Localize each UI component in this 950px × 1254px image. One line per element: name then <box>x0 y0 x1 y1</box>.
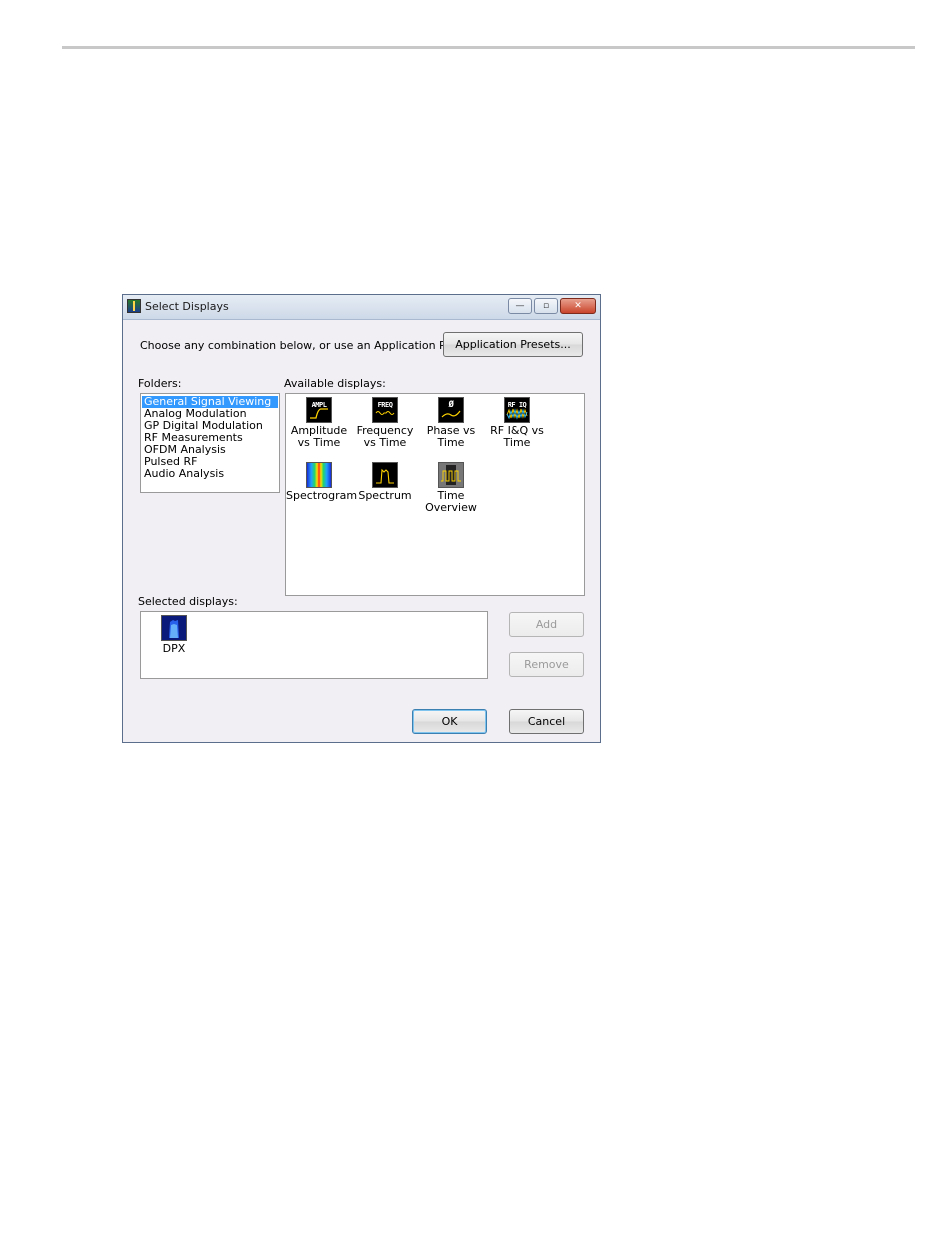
frequency-vs-time-icon: FREQ <box>372 397 398 423</box>
display-tile-frequency-vs-time[interactable]: FREQ Frequency vs Time <box>352 394 418 449</box>
available-displays-label: Available displays: <box>284 377 386 390</box>
rf-iq-vs-time-icon: RF IQ <box>504 397 530 423</box>
selected-displays-list[interactable]: DPX <box>140 611 488 679</box>
folder-item[interactable]: Audio Analysis <box>142 468 278 480</box>
display-label: DPX <box>162 642 186 655</box>
spectrogram-icon <box>306 462 332 488</box>
folders-label: Folders: <box>138 377 182 390</box>
title-bar[interactable]: Select Displays — ▫ ✕ <box>123 295 600 320</box>
minimize-button[interactable]: — <box>508 298 532 314</box>
add-button[interactable]: Add <box>509 612 584 637</box>
ok-button[interactable]: OK <box>412 709 487 734</box>
select-displays-dialog: Select Displays — ▫ ✕ Choose any combina… <box>122 294 601 743</box>
display-label: RF I&Q vs Time <box>490 424 544 449</box>
app-icon <box>127 299 141 313</box>
display-label: Time Overview <box>425 489 477 514</box>
available-displays-list[interactable]: AMPL Amplitude vs Time FREQ Frequency vs… <box>285 393 585 596</box>
cancel-button[interactable]: Cancel <box>509 709 584 734</box>
phase-vs-time-icon: Ø <box>438 397 464 423</box>
maximize-button[interactable]: ▫ <box>534 298 558 314</box>
page-header-rule <box>62 46 915 49</box>
display-tile-amplitude-vs-time[interactable]: AMPL Amplitude vs Time <box>286 394 352 449</box>
display-label: Amplitude vs Time <box>290 424 348 449</box>
display-tile-spectrum[interactable]: Spectrum <box>352 459 418 502</box>
spectrum-icon <box>372 462 398 488</box>
selected-tile-dpx[interactable]: DPX <box>141 612 207 655</box>
display-tile-time-overview[interactable]: Time Overview <box>418 459 484 514</box>
amplitude-vs-time-icon: AMPL <box>306 397 332 423</box>
display-tile-phase-vs-time[interactable]: Ø Phase vs Time <box>418 394 484 449</box>
application-presets-button[interactable]: Application Presets... <box>443 332 583 357</box>
display-label: Frequency vs Time <box>356 424 414 449</box>
display-label: Spectrogram <box>286 489 358 502</box>
close-button[interactable]: ✕ <box>560 298 596 314</box>
display-tile-rf-iq-vs-time[interactable]: RF IQ RF I&Q vs Time <box>484 394 550 449</box>
remove-button[interactable]: Remove <box>509 652 584 677</box>
folders-list[interactable]: General Signal Viewing Analog Modulation… <box>140 393 280 493</box>
dpx-icon <box>161 615 187 641</box>
display-tile-spectrogram[interactable]: Spectrogram <box>286 459 358 502</box>
selected-displays-label: Selected displays: <box>138 595 238 608</box>
window-title: Select Displays <box>145 300 229 313</box>
time-overview-icon <box>438 462 464 488</box>
display-label: Spectrum <box>358 489 412 502</box>
display-label: Phase vs Time <box>426 424 476 449</box>
preset-prompt: Choose any combination below, or use an … <box>140 339 477 352</box>
